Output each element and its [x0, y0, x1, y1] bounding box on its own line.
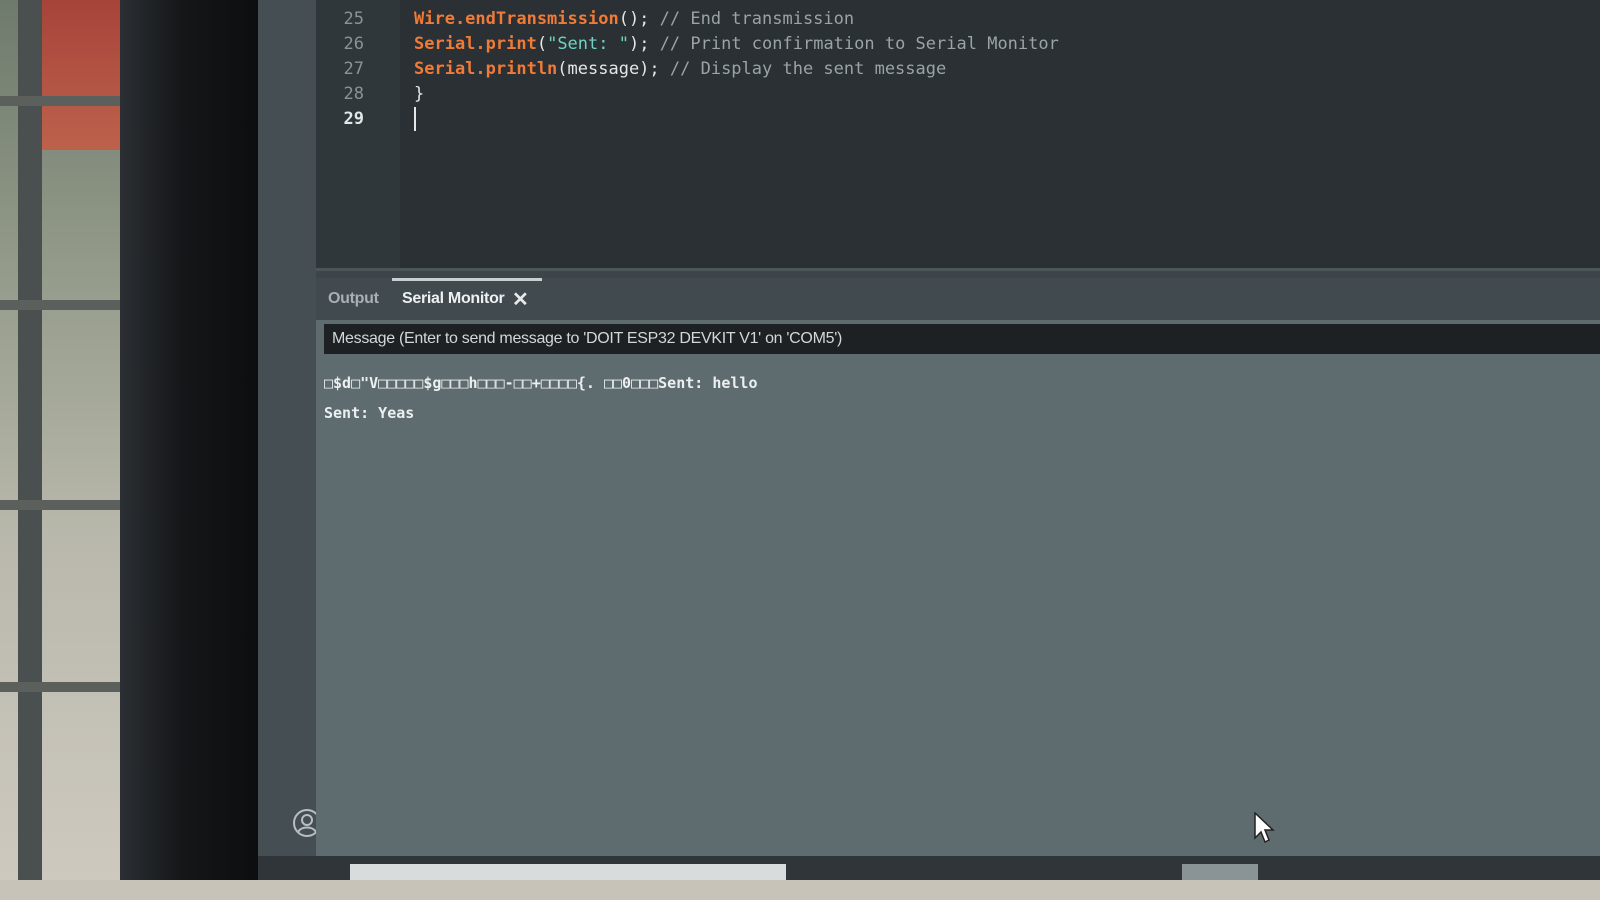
bottom-panel: Output Serial Monitor ✕ Message (Enter t… [316, 278, 1600, 880]
code-token: // Display the sent message [659, 59, 947, 79]
code-token: Serial.println [414, 59, 558, 79]
serial-output-line: Sent: Yeas [324, 404, 415, 422]
desk-surface [0, 880, 1600, 900]
active-tab-indicator [392, 278, 542, 281]
serial-message-placeholder: Message (Enter to send message to 'DOIT … [332, 330, 842, 347]
code-token: (message); [557, 59, 660, 79]
serial-output-line: □$d□"V□□□□□$g□□□h□□□-□□+□□□□{. □□0□□□Sen… [324, 374, 758, 392]
code-line: 25 Wire.endTransmission(); // End transmi… [316, 6, 1600, 32]
code-token: ( [536, 34, 548, 54]
code-token: // End transmission [649, 9, 855, 29]
line-number: 25 [343, 9, 364, 29]
code-line: 26 Serial.print("Sent: "); // Print confi… [316, 31, 1600, 57]
monitor-bezel [120, 0, 280, 900]
background-pole [18, 0, 42, 900]
account-icon[interactable] [292, 808, 321, 837]
code-token: } [414, 84, 425, 104]
taskbar-app-button[interactable] [1182, 864, 1258, 880]
code-editor[interactable]: 25 Wire.endTransmission(); // End transmi… [316, 0, 1600, 271]
close-icon[interactable]: ✕ [512, 287, 529, 312]
text-cursor [414, 107, 416, 131]
activity-bar [258, 0, 321, 880]
code-line: 28} [316, 81, 1600, 107]
panel-tab-bar: Output Serial Monitor ✕ [316, 278, 1600, 320]
code-token: Serial.print [414, 34, 537, 54]
code-token: // Print confirmation to Serial Monitor [649, 34, 1059, 54]
taskbar-search-box[interactable] [350, 864, 786, 880]
serial-message-input[interactable]: Message (Enter to send message to 'DOIT … [324, 324, 1600, 354]
code-token: "Sent: " [547, 34, 629, 54]
code-line: 29 [316, 106, 1600, 132]
serial-monitor-output: □$d□"V□□□□□$g□□□h□□□-□□+□□□□{. □□0□□□Sen… [324, 368, 1594, 428]
line-number: 28 [343, 84, 364, 104]
line-number: 29 [343, 109, 364, 129]
code-token: (); [618, 9, 650, 29]
ide-window: 25 Wire.endTransmission(); // End transmi… [258, 0, 1600, 880]
code-token: Wire.endTransmission [414, 9, 619, 29]
line-number: 26 [343, 34, 364, 54]
taskbar [258, 856, 1600, 880]
code-token: ); [628, 34, 650, 54]
mouse-pointer-icon [1254, 812, 1275, 844]
tab-output[interactable]: Output [328, 290, 379, 308]
line-number: 27 [343, 59, 364, 79]
tab-serial-monitor[interactable]: Serial Monitor [402, 290, 505, 308]
code-line: 27 Serial.println(message); // Display th… [316, 56, 1600, 82]
photo-scene: 25 Wire.endTransmission(); // End transmi… [0, 0, 1600, 900]
